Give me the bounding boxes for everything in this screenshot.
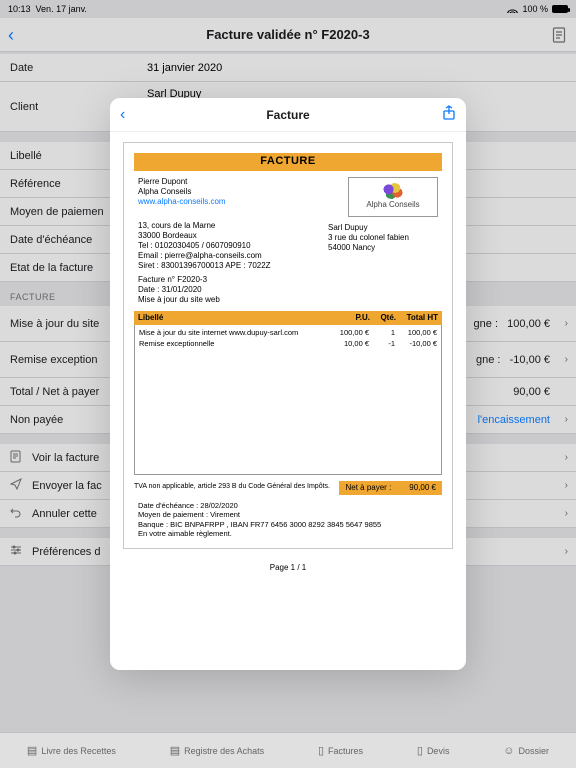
nav-bar: ‹ Facture validée n° F2020-3 [0, 18, 576, 52]
quote-icon: ▯ [417, 744, 423, 757]
table-row: Mise à jour du site internet www.dupuy-s… [139, 327, 437, 338]
sender-block: Pierre Dupont Alpha Conseils www.alpha-c… [138, 177, 226, 217]
back-button[interactable]: ‹ [8, 25, 14, 46]
chevron-right-icon: › [565, 414, 568, 425]
date-value: 31 janvier 2020 [145, 62, 576, 74]
action-cancel-label: Annuler cette [32, 508, 97, 520]
invoice-modal: ‹ Facture FACTURE Pierre Dupont Alpha Co… [110, 98, 466, 670]
net-to-pay: Net à payer : 90,00 € [339, 481, 442, 495]
chevron-right-icon: › [565, 354, 568, 365]
status-date: Ven. 17 janv. [36, 4, 87, 14]
share-button[interactable] [442, 105, 456, 124]
chevron-right-icon: › [565, 508, 568, 519]
chevron-right-icon: › [565, 452, 568, 463]
invoice-sheet: FACTURE Pierre Dupont Alpha Conseils www… [123, 142, 453, 549]
logo-graphic-icon [382, 183, 404, 199]
tva-note-row: TVA non applicable, article 293 B du Cod… [134, 481, 442, 495]
total-amount: 90,00 € [513, 386, 576, 398]
sender-website: www.alpha-conseils.com [138, 197, 226, 207]
modal-back-button[interactable]: ‹ [120, 106, 125, 124]
person-icon: ☺ [503, 745, 514, 757]
tab-factures[interactable]: ▯Factures [318, 744, 363, 757]
undo-icon [10, 506, 22, 521]
action-prefs-label: Préférences d [32, 546, 100, 558]
invoice-title-band: FACTURE [134, 153, 442, 171]
tab-achats[interactable]: ▤Registre des Achats [170, 744, 264, 757]
recipient-block: Sarl Dupuy 3 rue du colonel fabien 54000… [328, 221, 438, 271]
book-icon: ▤ [27, 744, 37, 757]
status-link[interactable]: l'encaissement [478, 414, 576, 426]
status-bar: 10:13 Ven. 17 janv. 100 % [0, 0, 576, 18]
date-label: Date [0, 62, 145, 74]
row-date: Date 31 janvier 2020 [0, 54, 576, 82]
tab-dossier[interactable]: ☺Dossier [503, 745, 549, 757]
tab-bar: ▤Livre des Recettes ▤Registre des Achats… [0, 732, 576, 768]
send-icon [10, 478, 22, 493]
modal-nav: ‹ Facture [110, 98, 466, 132]
line2-amount: -10,00 € [510, 354, 550, 366]
tab-recettes[interactable]: ▤Livre des Recettes [27, 744, 116, 757]
table-header: Libellé P.U. Qté. Total HT [134, 311, 442, 325]
wifi-icon [507, 5, 518, 13]
page-title: Facture validée n° F2020-3 [206, 27, 369, 42]
chevron-right-icon: › [565, 546, 568, 557]
invoice-footer: Date d'échéance : 28/02/2020 Moyen de pa… [124, 495, 452, 549]
chevron-right-icon: › [565, 480, 568, 491]
chevron-right-icon: › [565, 318, 568, 329]
company-logo: Alpha Conseils [348, 177, 438, 217]
action-send-label: Envoyer la fac [32, 480, 102, 492]
document-preview[interactable]: FACTURE Pierre Dupont Alpha Conseils www… [110, 132, 466, 670]
tab-devis[interactable]: ▯Devis [417, 744, 450, 757]
sender-address: 13, cours de la Marne 33000 Bordeaux Tel… [138, 221, 271, 271]
ledger-icon: ▤ [170, 744, 180, 757]
invoice-meta: Facture n° F2020-3 Date : 31/01/2020 Mis… [124, 271, 452, 305]
battery-pct: 100 % [522, 4, 548, 14]
invoice-icon: ▯ [318, 744, 324, 757]
document-icon[interactable] [552, 27, 566, 48]
battery-icon [552, 5, 568, 13]
table-row: Remise exceptionnelle 10,00 € -1 -10,00 … [139, 338, 437, 349]
page-number: Page 1 / 1 [270, 549, 306, 572]
sliders-icon [10, 544, 22, 559]
modal-title: Facture [266, 108, 309, 122]
table-body: Mise à jour du site internet www.dupuy-s… [134, 325, 442, 475]
document-icon [10, 450, 22, 466]
action-view-label: Voir la facture [32, 452, 99, 464]
status-time: 10:13 [8, 4, 31, 14]
line1-amount: 100,00 € [507, 318, 550, 330]
